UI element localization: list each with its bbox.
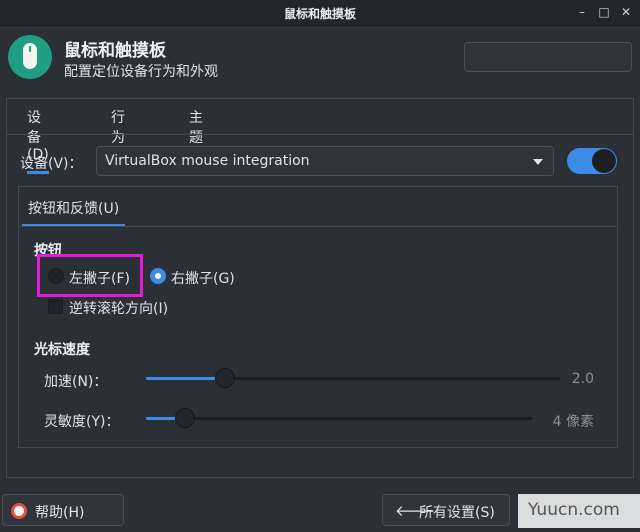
sensitivity-label: 灵敏度(Y)： xyxy=(44,414,120,430)
acceleration-slider-fill xyxy=(146,377,225,380)
close-icon[interactable]: ✕ xyxy=(618,4,634,20)
sensitivity-slider[interactable] xyxy=(146,408,532,428)
acceleration-value: 2.0 xyxy=(571,371,594,387)
pointer-speed-title: 光标速度 xyxy=(34,342,90,358)
app-header: 鼠标和触摸板 配置定位设备行为和外观 xyxy=(0,26,640,94)
mouse-app-icon xyxy=(8,35,52,79)
sensitivity-slider-handle[interactable] xyxy=(175,408,195,428)
sensitivity-value: 4 像素 xyxy=(552,414,594,430)
right-handed-label[interactable]: 右撇子(G) xyxy=(171,268,235,288)
all-settings-button[interactable]: 🡐 所有设置(S) xyxy=(382,494,510,526)
title-bar: 鼠标和触摸板 – □ ✕ xyxy=(0,0,640,26)
device-enable-toggle[interactable] xyxy=(567,148,617,174)
all-settings-label: 所有设置(S) xyxy=(419,505,495,521)
reverse-scroll-checkbox[interactable] xyxy=(48,299,63,314)
window-title: 鼠标和触摸板 xyxy=(283,7,356,21)
right-handed-radio[interactable] xyxy=(150,268,166,284)
left-handed-label[interactable]: 左撇子(F) xyxy=(69,268,130,288)
search-input[interactable] xyxy=(464,42,632,72)
inner-tab-divider xyxy=(19,226,617,227)
watermark: Yuucn.com xyxy=(518,494,640,528)
device-label: 设备(V)： xyxy=(20,156,83,172)
maximize-icon[interactable]: □ xyxy=(596,4,612,20)
help-button[interactable]: 帮助(H) xyxy=(2,494,124,526)
device-select-value: VirtualBox mouse integration xyxy=(105,153,310,169)
left-handed-radio[interactable] xyxy=(48,268,64,284)
acceleration-slider[interactable] xyxy=(146,368,560,388)
chevron-down-icon xyxy=(533,159,543,165)
help-button-label: 帮助(H) xyxy=(35,505,85,521)
app-title: 鼠标和触摸板 xyxy=(64,41,166,61)
tab-buttons-feedback[interactable]: 按钮和反馈(U) xyxy=(22,198,126,227)
acceleration-slider-handle[interactable] xyxy=(215,368,235,388)
minimize-icon[interactable]: – xyxy=(574,4,590,20)
app-subtitle: 配置定位设备行为和外观 xyxy=(64,64,218,80)
tab-divider xyxy=(7,134,633,135)
device-select[interactable]: VirtualBox mouse integration xyxy=(96,146,554,176)
watermark-text: Yuucn.com xyxy=(528,500,620,520)
help-lifebuoy-icon xyxy=(11,503,27,519)
acceleration-label: 加速(N)： xyxy=(44,374,108,390)
reverse-scroll-label[interactable]: 逆转滚轮方向(I) xyxy=(69,298,168,318)
